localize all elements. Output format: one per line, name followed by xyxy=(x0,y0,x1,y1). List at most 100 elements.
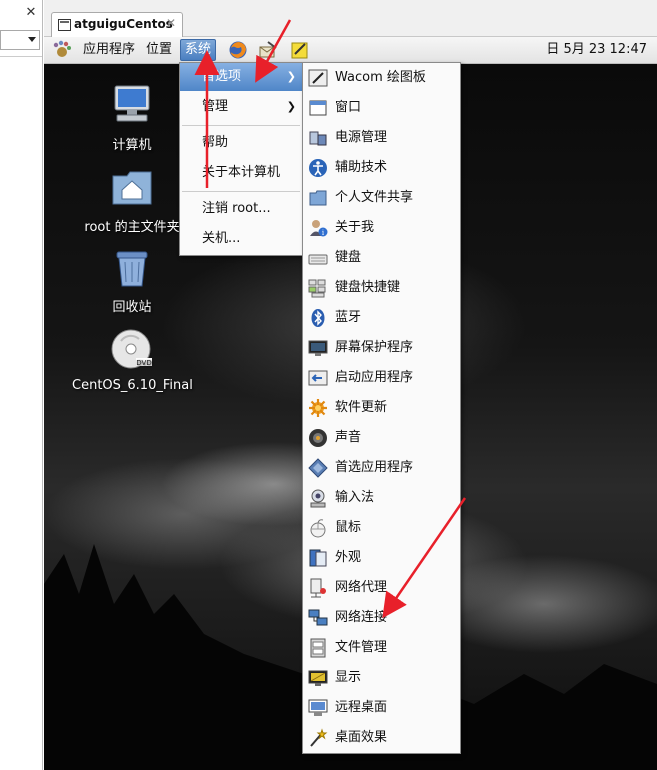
notes-icon[interactable] xyxy=(290,40,310,60)
chevron-right-icon: ❯ xyxy=(286,100,296,113)
pref-item-network-proxy[interactable]: 网络代理 xyxy=(303,573,460,603)
desktop-icon-home[interactable]: root 的主文件夹 xyxy=(72,164,192,235)
mouse-icon xyxy=(310,519,326,538)
pref-item-label: 桌面效果 xyxy=(335,730,388,745)
pref-item-appearance[interactable]: 外观 xyxy=(303,543,460,573)
pref-item-input-method[interactable]: 输入法 xyxy=(303,483,460,513)
keyboard-shortcuts-icon xyxy=(308,279,326,298)
pref-item-wacom[interactable]: Wacom 绘图板 xyxy=(303,63,460,93)
pref-item-desktop-effects[interactable]: 桌面效果 xyxy=(303,723,460,753)
file-sharing-icon xyxy=(309,190,327,206)
pref-item-label: 辅助技术 xyxy=(335,160,388,175)
menu-separator xyxy=(182,125,300,126)
trash-icon xyxy=(116,251,148,287)
pref-item-screensaver[interactable]: 屏幕保护程序 xyxy=(303,333,460,363)
pref-item-network-connections[interactable]: 网络连接 xyxy=(303,603,460,633)
menu-item-label: 关于本计算机 xyxy=(202,165,281,180)
firefox-icon[interactable] xyxy=(228,40,248,60)
pref-item-label: 蓝牙 xyxy=(335,310,362,325)
close-icon[interactable]: ✕ xyxy=(24,6,38,20)
wacom-tablet-icon xyxy=(308,69,328,87)
pref-item-label: 首选应用程序 xyxy=(335,460,414,475)
desktop-icon-computer[interactable]: 计算机 xyxy=(72,82,192,153)
pref-item-label: 窗口 xyxy=(335,100,362,115)
menu-item-shutdown[interactable]: 关机... xyxy=(180,225,302,253)
dvd-icon: DVD xyxy=(111,329,152,369)
pref-item-label: 启动应用程序 xyxy=(335,370,414,385)
bluetooth-icon xyxy=(311,309,325,327)
applications-menu[interactable]: 应用程序 xyxy=(80,40,138,60)
pref-item-label: 文件管理 xyxy=(335,640,388,655)
host-dropdown[interactable] xyxy=(0,30,40,50)
power-management-icon xyxy=(309,131,327,146)
mail-send-icon[interactable] xyxy=(258,40,278,60)
computer-icon xyxy=(114,85,150,122)
menu-item-logout[interactable]: 注销 root... xyxy=(180,195,302,223)
pref-item-bluetooth[interactable]: 蓝牙 xyxy=(303,303,460,333)
top-panel: 应用程序 位置 系统 日 5月 23 12:47 xyxy=(44,37,657,64)
about-me-icon: i xyxy=(310,220,328,237)
window-icon xyxy=(309,100,327,116)
system-menu[interactable]: 系统 xyxy=(180,39,217,61)
pref-item-label: 关于我 xyxy=(335,220,375,235)
close-icon[interactable]: ✕ xyxy=(166,16,176,30)
pref-item-window[interactable]: 窗口 xyxy=(303,93,460,123)
menu-item-label: 帮助 xyxy=(202,135,229,150)
pref-item-label: Wacom 绘图板 xyxy=(335,70,426,85)
system-dropdown-menu: 首选项 ❯ 管理 ❯ 帮助 关于本计算机 注销 root... 关机... xyxy=(179,62,303,256)
vm-tab[interactable]: atguiguCentos ✕ xyxy=(51,12,183,37)
gnome-foot-icon xyxy=(53,40,71,57)
pref-item-label: 远程桌面 xyxy=(335,700,388,715)
pref-item-label: 键盘快捷键 xyxy=(335,280,401,295)
places-menu[interactable]: 位置 xyxy=(143,40,175,60)
menu-item-administration[interactable]: 管理 ❯ xyxy=(180,93,302,121)
file-management-icon xyxy=(310,638,326,658)
pref-item-label: 鼠标 xyxy=(335,520,362,535)
vm-icon xyxy=(58,19,71,31)
pref-item-label: 网络代理 xyxy=(335,580,388,595)
vm-window: atguiguCentos ✕ 应用程序 位置 系统 日 5月 23 12:47 xyxy=(44,0,657,770)
pref-item-label: 电源管理 xyxy=(335,130,388,145)
desktop-icon-label: root 的主文件夹 xyxy=(84,220,180,235)
startup-apps-icon xyxy=(308,370,328,386)
pref-item-label: 个人文件共享 xyxy=(335,190,414,205)
menu-item-about-computer[interactable]: 关于本计算机 xyxy=(180,159,302,187)
pref-item-keyboard-shortcuts[interactable]: 键盘快捷键 xyxy=(303,273,460,303)
pref-item-sound[interactable]: 声音 xyxy=(303,423,460,453)
chevron-down-icon xyxy=(28,37,36,42)
menu-item-help[interactable]: 帮助 xyxy=(180,129,302,157)
pref-item-label: 屏幕保护程序 xyxy=(335,340,414,355)
pref-item-keyboard[interactable]: 键盘 xyxy=(303,243,460,273)
menu-item-label: 注销 root... xyxy=(202,201,271,216)
sound-icon xyxy=(309,429,327,447)
desktop-icon-dvd[interactable]: DVD CentOS_6.10_Final xyxy=(72,326,193,393)
input-method-icon xyxy=(310,489,326,508)
keyboard-icon xyxy=(308,254,328,265)
pref-item-label: 外观 xyxy=(335,550,362,565)
pref-item-display[interactable]: 显示 xyxy=(303,663,460,693)
pref-item-about-me[interactable]: i 关于我 xyxy=(303,213,460,243)
network-connections-icon xyxy=(308,609,328,626)
desktop-icon-label: CentOS_6.10_Final xyxy=(72,378,193,393)
preferences-submenu: Wacom 绘图板 窗口 电源管理 辅助技术 个人文件共享 i 关于我 键盘 键 xyxy=(302,62,461,754)
pref-item-software-update[interactable]: 软件更新 xyxy=(303,393,460,423)
desktop-icon-trash[interactable]: 回收站 xyxy=(72,244,192,315)
svg-text:DVD: DVD xyxy=(136,359,151,367)
menu-item-label: 管理 xyxy=(202,99,229,114)
pref-item-startup-apps[interactable]: 启动应用程序 xyxy=(303,363,460,393)
home-folder-icon xyxy=(112,171,152,205)
pref-item-power[interactable]: 电源管理 xyxy=(303,123,460,153)
accessibility-icon xyxy=(309,159,327,177)
clock[interactable]: 日 5月 23 12:47 xyxy=(546,40,647,60)
pref-item-file-sharing[interactable]: 个人文件共享 xyxy=(303,183,460,213)
pref-item-file-management[interactable]: 文件管理 xyxy=(303,633,460,663)
display-icon xyxy=(308,670,328,686)
vm-tab-strip: atguiguCentos ✕ xyxy=(44,0,657,37)
menu-item-preferences[interactable]: 首选项 ❯ xyxy=(180,63,302,91)
desktop-icon-label: 计算机 xyxy=(112,138,152,153)
pref-item-preferred-apps[interactable]: 首选应用程序 xyxy=(303,453,460,483)
pref-item-remote-desktop[interactable]: 远程桌面 xyxy=(303,693,460,723)
pref-item-label: 声音 xyxy=(335,430,362,445)
pref-item-accessibility[interactable]: 辅助技术 xyxy=(303,153,460,183)
pref-item-mouse[interactable]: 鼠标 xyxy=(303,513,460,543)
